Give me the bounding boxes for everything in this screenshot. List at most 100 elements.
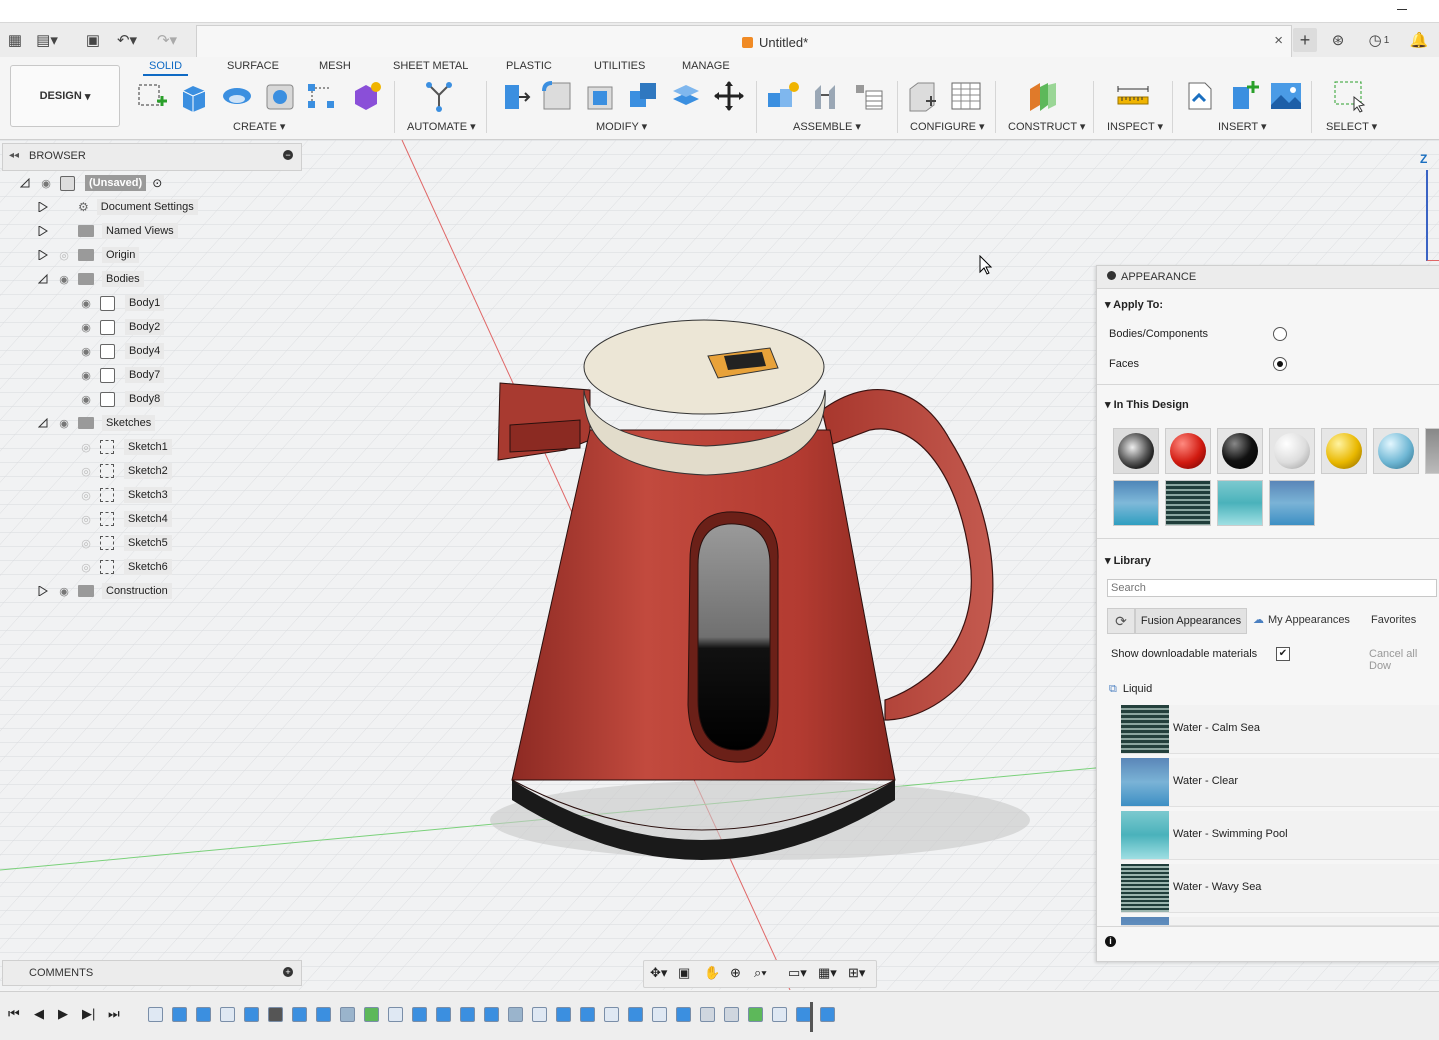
swatch-white[interactable]	[1269, 428, 1315, 474]
visibility-eye-icon[interactable]: ◉	[78, 393, 94, 406]
visibility-eye-icon[interactable]: ◉	[78, 321, 94, 334]
tab-surface[interactable]: SURFACE	[221, 58, 285, 74]
faces-radio[interactable]	[1273, 357, 1287, 371]
tree-item-sketch1[interactable]: ◎ Sketch1	[78, 436, 172, 458]
hidden-eye-icon[interactable]: ◎	[78, 441, 94, 454]
play-icon[interactable]: ▶	[58, 1006, 68, 1022]
timeline-feature-icon[interactable]	[484, 1007, 499, 1022]
tab-favorites[interactable]: Favorites	[1371, 608, 1416, 632]
offset-face-icon[interactable]	[669, 79, 703, 113]
comments-panel[interactable]: COMMENTS +	[2, 960, 302, 986]
visibility-eye-icon[interactable]: ◉	[56, 585, 72, 598]
timeline-feature-icon[interactable]	[604, 1007, 619, 1022]
app-grid-icon[interactable]: ▦	[4, 29, 26, 51]
insert-canvas-icon[interactable]	[1269, 79, 1303, 113]
tree-item-sketch5[interactable]: ◎ Sketch5	[78, 532, 172, 554]
redo-icon[interactable]: ↷▾	[156, 29, 178, 51]
browser-pin-icon[interactable]: −	[283, 150, 293, 160]
bill-of-materials-icon[interactable]	[852, 79, 886, 113]
timeline-feature-icon[interactable]	[220, 1007, 235, 1022]
tree-item-body7[interactable]: ◉ Body7	[78, 364, 165, 386]
timeline-feature-icon[interactable]	[148, 1007, 163, 1022]
hidden-eye-icon[interactable]: ◎	[78, 513, 94, 526]
create-menu[interactable]: CREATE ▾	[233, 120, 285, 133]
swatch-chrome[interactable]	[1113, 428, 1159, 474]
swatch-more[interactable]	[1425, 428, 1439, 474]
select-window-icon[interactable]	[1332, 79, 1366, 113]
new-component-icon[interactable]	[766, 79, 800, 113]
step-forward-icon[interactable]: ▶|	[82, 1006, 95, 1022]
minimize-icon[interactable]	[1397, 9, 1407, 10]
timeline-feature-icon[interactable]	[700, 1007, 715, 1022]
visibility-eye-icon[interactable]: ◉	[78, 345, 94, 358]
hidden-eye-icon[interactable]: ◎	[78, 465, 94, 478]
swatch-water-4[interactable]	[1269, 480, 1315, 526]
tree-item-construction[interactable]: ◉ Construction	[38, 580, 172, 602]
insert-derive-icon[interactable]	[1183, 79, 1217, 113]
library-item-partial[interactable]	[1121, 917, 1439, 926]
insert-menu[interactable]: INSERT ▾	[1218, 120, 1267, 133]
configuration-table-icon[interactable]	[949, 79, 983, 113]
measure-icon[interactable]	[1116, 79, 1150, 113]
library-item[interactable]: Water - Swimming Pool	[1121, 811, 1439, 860]
tab-mesh[interactable]: MESH	[313, 58, 357, 74]
timeline-feature-icon[interactable]	[652, 1007, 667, 1022]
tab-fusion-appearances[interactable]: Fusion Appearances	[1135, 608, 1247, 634]
press-pull-icon[interactable]	[497, 79, 531, 113]
timeline-feature-icon[interactable]	[628, 1007, 643, 1022]
hidden-eye-icon[interactable]: ◎	[78, 489, 94, 502]
browser-panel-header[interactable]: ◂◂ BROWSER −	[2, 143, 302, 171]
step-back-icon[interactable]: ◀	[34, 1006, 44, 1022]
tree-item-sketches[interactable]: ◉ Sketches	[38, 412, 156, 434]
tree-root[interactable]: ◉ (Unsaved) ⊙	[20, 172, 162, 194]
hidden-eye-icon[interactable]: ◎	[56, 249, 72, 262]
notifications-icon[interactable]: 🔔	[1408, 29, 1430, 51]
assemble-menu[interactable]: ASSEMBLE ▾	[793, 120, 861, 133]
activate-radio-icon[interactable]: ⊙	[152, 176, 162, 190]
shell-icon[interactable]	[583, 79, 617, 113]
bodies-components-radio[interactable]	[1273, 327, 1287, 341]
swatch-red[interactable]	[1165, 428, 1211, 474]
panel-collapse-icon[interactable]	[1107, 271, 1116, 280]
library-item[interactable]: Water - Clear	[1121, 758, 1439, 807]
combine-icon[interactable]	[626, 79, 660, 113]
timeline-feature-icon[interactable]	[556, 1007, 571, 1022]
refresh-icon[interactable]: ⟳	[1107, 608, 1135, 634]
workspace-switcher-button[interactable]: DESIGN ▾	[10, 65, 120, 127]
tree-item-named-views[interactable]: ◉ Named Views	[38, 220, 178, 242]
look-at-icon[interactable]: ▣	[678, 965, 690, 981]
timeline-feature-icon[interactable]	[532, 1007, 547, 1022]
show-downloadable-checkbox[interactable]: ✔	[1276, 647, 1290, 661]
timeline-feature-icon[interactable]	[676, 1007, 691, 1022]
extrude-icon[interactable]	[177, 79, 211, 113]
tree-item-body1[interactable]: ◉ Body1	[78, 292, 165, 314]
swatch-water-2[interactable]	[1165, 480, 1211, 526]
cancel-all-downloads-link[interactable]: Cancel all Dow	[1369, 648, 1439, 672]
appearance-header[interactable]: APPEARANCE	[1097, 266, 1439, 289]
tree-item-origin[interactable]: ◎ Origin	[38, 244, 140, 266]
swatch-glass[interactable]	[1373, 428, 1419, 474]
swatch-water-1[interactable]	[1113, 480, 1159, 526]
viewcube[interactable]	[1426, 170, 1439, 261]
timeline-feature-icon[interactable]	[292, 1007, 307, 1022]
configure-menu[interactable]: CONFIGURE ▾	[910, 120, 985, 133]
create-sketch-icon[interactable]	[135, 79, 169, 113]
tree-item-sketch4[interactable]: ◎ Sketch4	[78, 508, 172, 530]
swatch-black[interactable]	[1217, 428, 1263, 474]
swatch-yellow[interactable]	[1321, 428, 1367, 474]
visibility-eye-icon[interactable]: ◉	[56, 273, 72, 286]
timeline-feature-icon[interactable]	[244, 1007, 259, 1022]
construct-menu[interactable]: CONSTRUCT ▾	[1008, 120, 1085, 133]
display-settings-icon[interactable]: ▭▾	[788, 965, 807, 981]
timeline-feature-icon[interactable]	[412, 1007, 427, 1022]
construct-plane-icon[interactable]	[1026, 79, 1060, 113]
tree-item-bodies[interactable]: ◉ Bodies	[38, 268, 144, 290]
tree-item-body4[interactable]: ◉ Body4	[78, 340, 165, 362]
extensions-icon[interactable]: ⊛	[1327, 29, 1349, 51]
viewports-icon[interactable]: ⊞▾	[848, 965, 865, 981]
tree-item-document-settings[interactable]: ◉ ⚙ Document Settings	[38, 196, 198, 218]
hidden-eye-icon[interactable]: ◎	[78, 561, 94, 574]
expand-triangle-icon[interactable]	[38, 226, 48, 236]
timeline-feature-icon[interactable]	[268, 1007, 283, 1022]
timeline-feature-icon[interactable]	[820, 1007, 835, 1022]
